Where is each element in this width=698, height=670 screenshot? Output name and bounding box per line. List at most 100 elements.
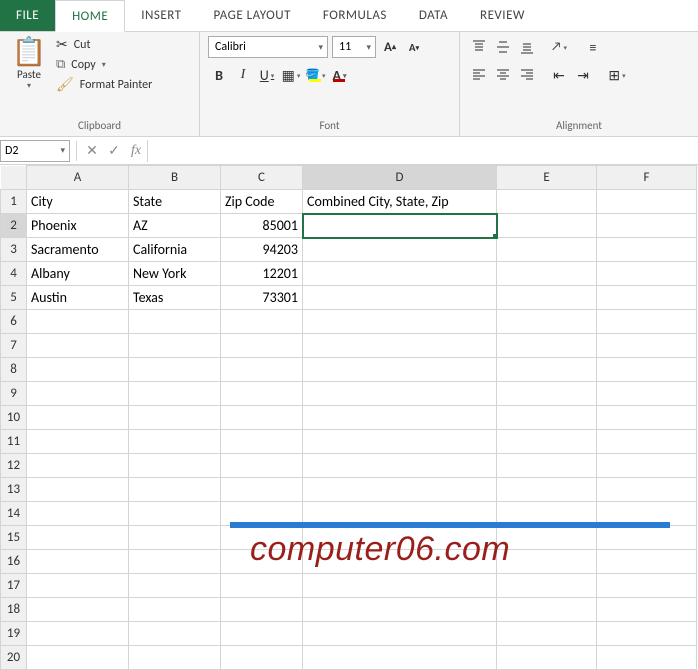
cell-B18[interactable] (129, 598, 221, 622)
cell-B4[interactable]: New York (129, 262, 221, 286)
column-header-C[interactable]: C (221, 166, 303, 190)
cell-D10[interactable] (303, 406, 497, 430)
row-header-11[interactable]: 11 (1, 430, 27, 454)
cell-E19[interactable] (497, 622, 597, 646)
align-middle-button[interactable] (492, 36, 514, 58)
row-header-14[interactable]: 14 (1, 502, 27, 526)
cell-C12[interactable] (221, 454, 303, 478)
cell-E12[interactable] (497, 454, 597, 478)
cell-E16[interactable] (497, 550, 597, 574)
cell-A5[interactable]: Austin (27, 286, 129, 310)
tab-home[interactable]: HOME (55, 0, 125, 32)
cell-A1[interactable]: City (27, 190, 129, 214)
row-header-18[interactable]: 18 (1, 598, 27, 622)
decrease-font-button[interactable]: A▾ (404, 36, 424, 58)
enter-formula-button[interactable]: ✓ (103, 140, 125, 162)
underline-button[interactable]: U (256, 64, 278, 86)
cell-E11[interactable] (497, 430, 597, 454)
copy-button[interactable]: ⧉Copy▾ (56, 57, 152, 72)
row-header-15[interactable]: 15 (1, 526, 27, 550)
cell-C20[interactable] (221, 646, 303, 670)
cell-B1[interactable]: State (129, 190, 221, 214)
cell-B13[interactable] (129, 478, 221, 502)
cell-A15[interactable] (27, 526, 129, 550)
cell-F8[interactable] (597, 358, 697, 382)
row-header-5[interactable]: 5 (1, 286, 27, 310)
border-button[interactable]: ▦ (280, 64, 302, 86)
cell-D15[interactable] (303, 526, 497, 550)
row-header-6[interactable]: 6 (1, 310, 27, 334)
align-top-button[interactable] (468, 36, 490, 58)
cell-A14[interactable] (27, 502, 129, 526)
cell-B11[interactable] (129, 430, 221, 454)
cell-A3[interactable]: Sacramento (27, 238, 129, 262)
name-box[interactable]: D2 (0, 140, 70, 162)
tab-insert[interactable]: INSERT (125, 0, 197, 31)
cell-A11[interactable] (27, 430, 129, 454)
select-all-corner[interactable] (1, 166, 27, 190)
cell-F3[interactable] (597, 238, 697, 262)
cell-C11[interactable] (221, 430, 303, 454)
cell-B20[interactable] (129, 646, 221, 670)
cell-B16[interactable] (129, 550, 221, 574)
cell-F2[interactable] (597, 214, 697, 238)
cell-E15[interactable] (497, 526, 597, 550)
tab-data[interactable]: DATA (403, 0, 464, 31)
align-center-button[interactable] (492, 64, 514, 86)
cell-B17[interactable] (129, 574, 221, 598)
cell-E1[interactable] (497, 190, 597, 214)
row-header-10[interactable]: 10 (1, 406, 27, 430)
increase-indent-button[interactable]: ⇥ (572, 64, 594, 86)
cell-A17[interactable] (27, 574, 129, 598)
cell-A7[interactable] (27, 334, 129, 358)
cell-B6[interactable] (129, 310, 221, 334)
cell-E7[interactable] (497, 334, 597, 358)
italic-button[interactable]: I (232, 64, 254, 86)
cancel-formula-button[interactable]: ✕ (81, 140, 103, 162)
cell-F19[interactable] (597, 622, 697, 646)
cell-E9[interactable] (497, 382, 597, 406)
wrap-text-button[interactable]: ≡ (582, 36, 604, 58)
cell-B15[interactable] (129, 526, 221, 550)
cell-D7[interactable] (303, 334, 497, 358)
cell-C18[interactable] (221, 598, 303, 622)
cell-D12[interactable] (303, 454, 497, 478)
cell-E4[interactable] (497, 262, 597, 286)
cell-D18[interactable] (303, 598, 497, 622)
row-header-9[interactable]: 9 (1, 382, 27, 406)
cell-A4[interactable]: Albany (27, 262, 129, 286)
cell-A18[interactable] (27, 598, 129, 622)
align-left-button[interactable] (468, 64, 490, 86)
cell-E17[interactable] (497, 574, 597, 598)
row-header-12[interactable]: 12 (1, 454, 27, 478)
cell-F6[interactable] (597, 310, 697, 334)
cell-B2[interactable]: AZ (129, 214, 221, 238)
cell-A12[interactable] (27, 454, 129, 478)
column-header-F[interactable]: F (597, 166, 697, 190)
cell-A8[interactable] (27, 358, 129, 382)
cell-C9[interactable] (221, 382, 303, 406)
cell-C10[interactable] (221, 406, 303, 430)
cell-D16[interactable] (303, 550, 497, 574)
row-header-8[interactable]: 8 (1, 358, 27, 382)
cell-F15[interactable] (597, 526, 697, 550)
cell-B10[interactable] (129, 406, 221, 430)
cell-E6[interactable] (497, 310, 597, 334)
bold-button[interactable]: B (208, 64, 230, 86)
cell-D6[interactable] (303, 310, 497, 334)
cell-F17[interactable] (597, 574, 697, 598)
cell-A20[interactable] (27, 646, 129, 670)
cell-C16[interactable] (221, 550, 303, 574)
cell-C3[interactable]: 94203 (221, 238, 303, 262)
row-header-16[interactable]: 16 (1, 550, 27, 574)
cell-A19[interactable] (27, 622, 129, 646)
cell-F10[interactable] (597, 406, 697, 430)
cell-A9[interactable] (27, 382, 129, 406)
align-bottom-button[interactable] (516, 36, 538, 58)
tab-formulas[interactable]: FORMULAS (307, 0, 403, 31)
column-header-B[interactable]: B (129, 166, 221, 190)
cell-B9[interactable] (129, 382, 221, 406)
cell-D5[interactable] (303, 286, 497, 310)
cell-D3[interactable] (303, 238, 497, 262)
cell-E5[interactable] (497, 286, 597, 310)
